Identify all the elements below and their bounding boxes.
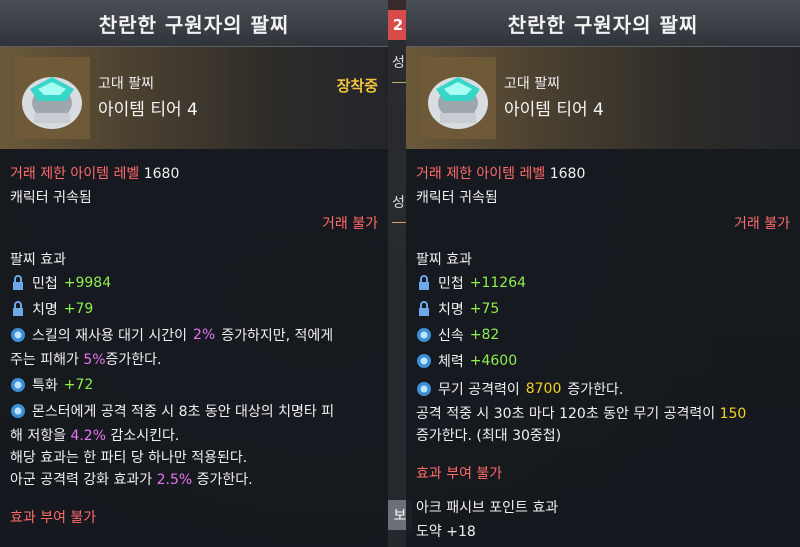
special-effect-row: 무기 공격력이 8700 증가한다.: [416, 379, 623, 399]
effect-value: 2.5%: [156, 472, 193, 488]
level-badge: 2: [388, 10, 408, 40]
req-level-label: 거래 제한 아이템 레벨: [416, 166, 546, 182]
stat-name: 체력: [438, 354, 464, 370]
stat-row: 민첩 +11264: [416, 273, 526, 293]
stat-value: +4600: [469, 353, 518, 369]
gear-icon: [417, 382, 431, 396]
effect-text: 해당 효과는 한 파티 당 하나만 적용된다.: [10, 450, 248, 466]
effect-header: 팔찌 효과: [416, 252, 472, 268]
item-tier: 아이템 티어 4: [98, 100, 198, 120]
lock-icon: [419, 301, 429, 316]
effect-value: 4.2%: [70, 428, 107, 444]
stat-value: +82: [469, 327, 500, 343]
stat-row: 치명 +79: [10, 299, 93, 319]
effect-text: 증가하지만, 적에게: [221, 328, 334, 344]
strip-divider: [392, 82, 406, 83]
stat-row: 민첩 +9984: [10, 273, 111, 293]
req-level-label: 거래 제한 아이템 레벨: [10, 166, 140, 182]
bound-status: 캐릭터 귀속됨: [416, 190, 498, 206]
stat-row: 치명 +75: [416, 299, 499, 319]
effect-value: 8700: [525, 381, 562, 397]
gear-icon: [417, 354, 431, 368]
effect-text: 아군 공격력 강화 효과가: [10, 472, 153, 488]
stat-value: +11264: [469, 275, 527, 291]
item-header: 고대 팔찌 아이템 티어 4: [406, 47, 800, 149]
lock-icon: [13, 301, 23, 316]
effect-continuation: 공격 적중 시 30초 마다 120초 동안 무기 공격력이 150: [416, 403, 746, 423]
gear-icon: [417, 328, 431, 342]
effect-text: 증가한다. (최대 30중첩): [416, 428, 562, 444]
stat-value: +72: [63, 377, 94, 393]
item-tier: 아이템 티어 4: [504, 100, 604, 120]
stat-name: 치명: [32, 302, 58, 318]
lock-icon: [419, 275, 429, 290]
strip-label-mid: 성: [392, 195, 405, 211]
bracelet-icon: [420, 57, 496, 139]
effect-text: 공격 적중 시 30초 마다 120초 동안 무기 공격력이: [416, 406, 716, 422]
effect-continuation: 주는 피해가 5%증가한다.: [10, 349, 162, 369]
stat-name: 민첩: [32, 276, 58, 292]
effect-value: 5%: [83, 352, 106, 368]
effect-text: 감소시킨다.: [110, 428, 180, 444]
gear-icon: [11, 404, 25, 418]
item-header: 고대 팔찌 아이템 티어 4 장착중: [0, 47, 388, 149]
stat-row: 체력 +4600: [416, 351, 517, 371]
effect-continuation: 해 저항을 4.2% 감소시킨다.: [10, 425, 179, 445]
stat-value: +9984: [63, 275, 112, 291]
effect-text: 스킬의 재사용 대기 시간이: [32, 328, 188, 344]
ark-passive-header: 아크 패시브 포인트 효과: [416, 500, 559, 516]
stat-value: +79: [63, 301, 94, 317]
tooltip-title: 찬란한 구원자의 팔찌: [0, 0, 388, 47]
stat-name: 민첩: [438, 276, 464, 292]
lock-icon: [13, 275, 23, 290]
item-type: 고대 팔찌: [504, 76, 560, 92]
stat-row: 특화 +72: [10, 375, 93, 395]
effect-value: 150: [719, 406, 747, 422]
equipped-label: 장착중: [336, 77, 378, 95]
strip-label-top: 성: [392, 55, 405, 71]
tooltip-title: 찬란한 구원자의 팔찌: [406, 0, 800, 47]
trade-status: 거래 불가: [734, 216, 790, 232]
trade-status: 거래 불가: [322, 216, 378, 232]
effect-text: 해 저항을: [10, 428, 66, 444]
no-effect-label: 효과 부여 불가: [10, 510, 97, 526]
effect-value: 2%: [193, 327, 216, 343]
req-level-value: 1680: [143, 166, 180, 182]
item-type: 고대 팔찌: [98, 76, 154, 92]
effect-text: 증가한다.: [567, 382, 624, 398]
effect-continuation: 아군 공격력 강화 효과가 2.5% 증가한다.: [10, 469, 253, 489]
stat-name: 신속: [438, 328, 464, 344]
stat-name: 치명: [438, 302, 464, 318]
effect-text: 몬스터에게 공격 적중 시 8초 동안 대상의 치명타 피: [32, 404, 335, 420]
item-tooltip-equipped: 찬란한 구원자의 팔찌 고대 팔찌 아이템 티어 4 장착중 거래 제한 아이템…: [0, 0, 388, 547]
stat-row: 신속 +82: [416, 325, 499, 345]
gear-icon: [11, 328, 25, 342]
gear-icon: [11, 378, 25, 392]
effect-text: 증가한다.: [196, 472, 253, 488]
stat-value: +75: [469, 301, 500, 317]
bracelet-icon: [14, 57, 90, 139]
ark-passive-value: 도약 +18: [416, 524, 476, 540]
no-effect-label: 효과 부여 불가: [416, 466, 503, 482]
effect-header: 팔찌 효과: [10, 252, 66, 268]
special-effect-row: 스킬의 재사용 대기 시간이 2% 증가하지만, 적에게: [10, 325, 333, 345]
effect-text: 주는 피해가: [10, 352, 79, 368]
item-tooltip-compare: 찬란한 구원자의 팔찌 고대 팔찌 아이템 티어 4 거래 제한 아이템 레벨 …: [406, 0, 800, 547]
strip-divider: [392, 222, 406, 223]
effect-text: 무기 공격력이: [438, 382, 520, 398]
effect-text: 증가한다.: [105, 352, 162, 368]
stat-name: 특화: [32, 378, 58, 394]
bound-status: 캐릭터 귀속됨: [10, 190, 92, 206]
req-level-value: 1680: [549, 166, 586, 182]
special-effect-row: 몬스터에게 공격 적중 시 8초 동안 대상의 치명타 피: [10, 401, 334, 421]
